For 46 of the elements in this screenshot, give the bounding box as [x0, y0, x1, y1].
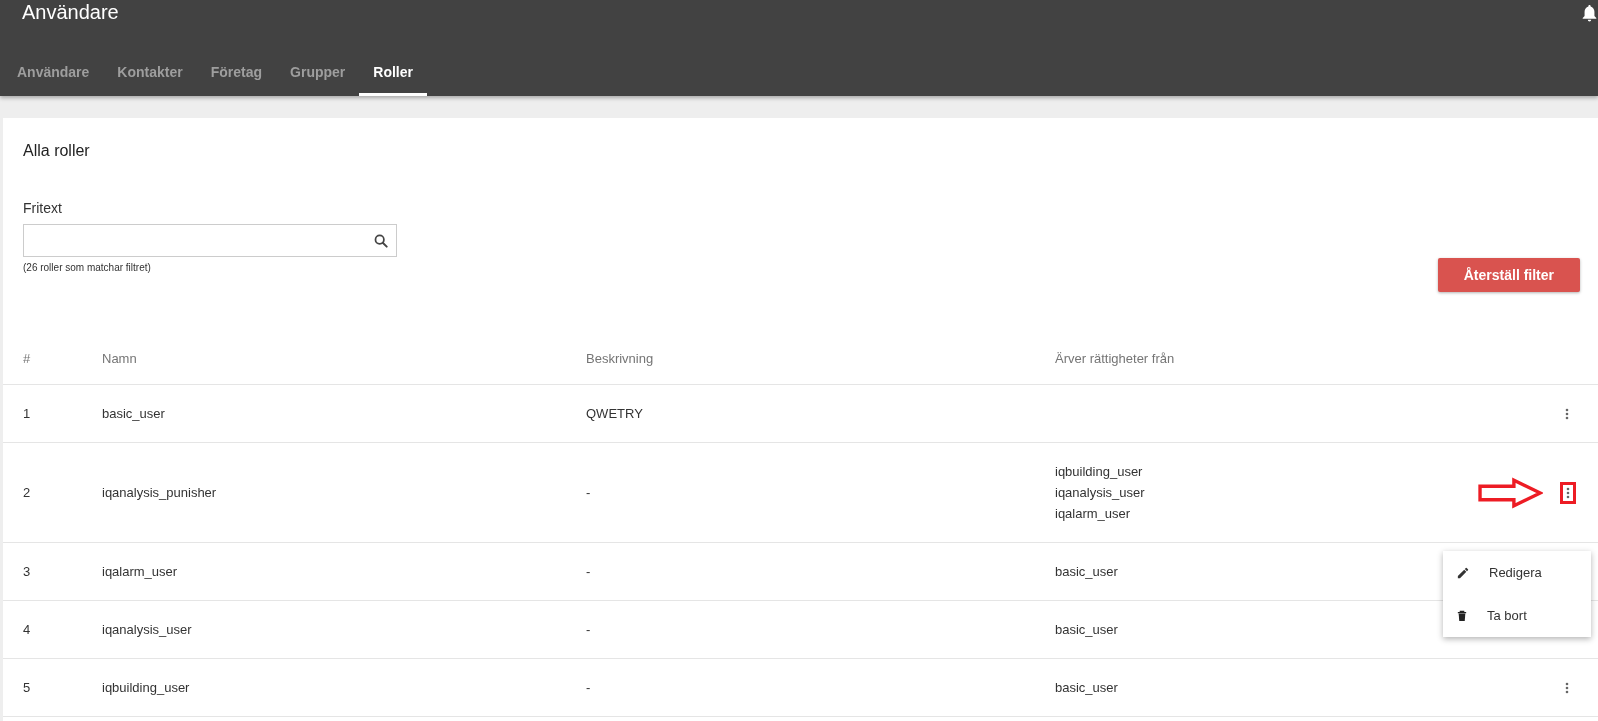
table-cell-text: iqanalysis_user	[1055, 484, 1145, 502]
table-cell-text: -	[586, 484, 592, 502]
nav-tab[interactable]: Grupper	[276, 52, 360, 96]
reset-filter-button[interactable]: Återställ filter	[1437, 258, 1580, 292]
vertical-dots-icon	[1565, 681, 1569, 694]
menu-item[interactable]: Redigera	[1443, 551, 1591, 594]
table-cell-text: -	[586, 679, 592, 697]
table-cell-text: basic_user	[1055, 621, 1118, 639]
table-cell-text: iqalarm_user	[1055, 505, 1131, 523]
nav-tab[interactable]: Roller	[359, 52, 427, 96]
table-cell-text: 4	[23, 621, 32, 639]
column-header: Beskrivning	[586, 351, 655, 366]
search-field[interactable]	[23, 224, 397, 257]
table-cell-text: basic_user	[1055, 563, 1118, 581]
card-title: Alla roller	[23, 142, 91, 160]
nav-tab[interactable]: Kontakter	[103, 52, 197, 96]
table-cell-text: QWETRY	[586, 405, 644, 423]
table-cell-text: 5	[23, 679, 32, 697]
nav-tab[interactable]: Företag	[196, 52, 277, 96]
table-cell-text: iqalarm_user	[102, 563, 179, 581]
vertical-dots-icon	[1566, 486, 1570, 499]
table-cell-text: 3	[23, 563, 32, 581]
table-cell-text: iqbuilding_user	[102, 679, 191, 697]
table-cell-text: 2	[23, 484, 32, 502]
result-count: (26 roller som matchar filtret)	[23, 262, 152, 273]
pencil-icon	[1457, 566, 1469, 579]
column-header: #	[23, 351, 32, 366]
notification-bell-icon[interactable]	[1581, 3, 1598, 23]
table-cell-text: basic_user	[1055, 679, 1118, 697]
trash-icon	[1457, 609, 1467, 622]
more-options-button[interactable]	[1561, 482, 1575, 503]
table-cell-text: iqanalysis_user	[102, 621, 193, 639]
search-icon	[374, 233, 388, 248]
table-cell-text: basic_user	[102, 405, 166, 423]
table-cell-text: 1	[23, 405, 32, 423]
table-cell-text: iqbuilding_user	[1055, 463, 1143, 481]
vertical-dots-icon	[1565, 407, 1569, 420]
field-label: Fritext	[23, 200, 63, 216]
menu-item[interactable]: Ta bort	[1443, 594, 1591, 637]
table-cell-text: -	[586, 563, 592, 581]
column-header: Namn	[102, 351, 138, 366]
table-cell-text: -	[586, 621, 592, 639]
nav-tab[interactable]: Användare	[3, 52, 104, 96]
table-cell-text: iqanalysis_punisher	[102, 484, 218, 502]
column-header: Ärver rättigheter från	[1055, 351, 1176, 366]
page-title: Användare	[22, 1, 119, 24]
